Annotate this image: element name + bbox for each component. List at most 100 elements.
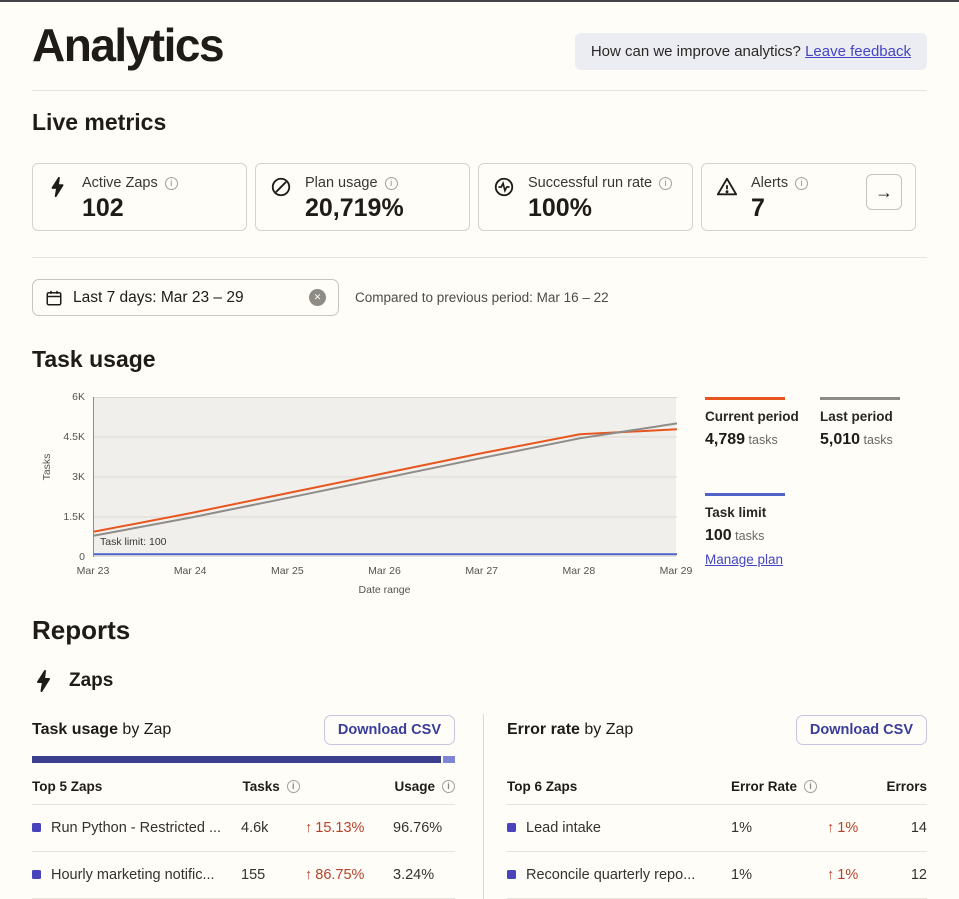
legend-current-period: Current period 4,789 tasks [705, 397, 817, 449]
change-cell: ↑86.75% [305, 867, 393, 883]
tasks-cell: 155 [241, 867, 305, 883]
y-tick-label: 3K [32, 471, 85, 483]
metric-value: 102 [82, 194, 178, 223]
change-cell: ↑1% [827, 867, 885, 883]
change-value: 86.75% [315, 867, 364, 883]
header-divider [32, 90, 927, 91]
column-header-usage: Usagei [394, 779, 455, 794]
legend-value: 4,789 [705, 431, 745, 448]
task-usage-heading: Task usage [32, 346, 927, 372]
x-tick-label: Mar 29 [660, 565, 693, 577]
table-header-row: Top 5 Zaps Tasksi Usagei [32, 775, 455, 805]
x-tick-label: Mar 26 [368, 565, 401, 577]
page-title: Analytics [32, 22, 223, 68]
info-icon[interactable]: i [165, 177, 178, 190]
legend-unit: tasks [745, 433, 778, 447]
table-row: Lead intake 1% ↑1% 14 [507, 805, 927, 852]
zap-bullet-icon [32, 870, 41, 879]
task-usage-table: Top 5 Zaps Tasksi Usagei Run Python - Re… [32, 775, 455, 899]
error-rate-by-zap-panel: Error rate by Zap Download CSV Top 6 Zap… [483, 714, 927, 899]
metric-card-active-zaps: Active Zapsi 102 [32, 163, 247, 231]
table-header-row: Top 6 Zaps Error Ratei Errors [507, 775, 927, 805]
column-header-errors: Errors [885, 779, 927, 794]
panel-title-rest: by Zap [580, 721, 633, 738]
date-range-value: Last 7 days: Mar 23 – 29 [73, 289, 299, 307]
download-csv-button[interactable]: Download CSV [796, 715, 927, 745]
usage-cell: 3.24% [393, 867, 455, 883]
x-tick-label: Mar 24 [174, 565, 207, 577]
usage-distribution-bar [32, 756, 455, 763]
feedback-banner: How can we improve analytics? Leave feed… [575, 33, 927, 70]
y-axis-title: Tasks [41, 437, 53, 497]
panel-title: Error rate by Zap [507, 721, 633, 739]
tasks-cell: 4.6k [241, 820, 305, 836]
zap-name-cell[interactable]: Run Python - Restricted ... [32, 820, 241, 836]
legend-task-limit: Task limit 100 tasks Manage plan [705, 493, 817, 569]
page-header: Analytics How can we improve analytics? … [32, 2, 927, 70]
task-limit-swatch [705, 493, 785, 496]
metric-value: 20,719% [305, 194, 404, 223]
last-period-swatch [820, 397, 900, 400]
panel-header: Error rate by Zap Download CSV [507, 714, 927, 746]
metric-card-alerts: Alertsi 7 → [701, 163, 916, 231]
clear-date-filter-icon[interactable]: ✕ [309, 289, 326, 306]
feedback-question: How can we improve analytics? [591, 43, 805, 60]
change-cell: ↑15.13% [305, 820, 393, 836]
legend-label: Last period [820, 409, 932, 424]
task-usage-chart: Tasks Task limit: 100 6K4.5K3K1.5K0 Mar … [32, 381, 927, 606]
usage-bar-segment-1 [32, 756, 441, 763]
panel-title: Task usage by Zap [32, 721, 171, 739]
table-row: Hourly marketing notific... 155 ↑86.75% … [32, 852, 455, 899]
zap-icon [47, 176, 69, 198]
column-header-label: Usage [394, 779, 435, 794]
panel-title-bold: Error rate [507, 721, 580, 738]
zap-name: Reconcile quarterly repo... [526, 867, 695, 883]
legend-unit: tasks [860, 433, 893, 447]
legend-unit: tasks [732, 529, 765, 543]
column-header-error-rate: Error Rate i [731, 779, 885, 794]
metric-label: Plan usage [305, 175, 378, 191]
increase-arrow-icon: ↑ [305, 820, 312, 836]
info-icon[interactable]: i [804, 780, 817, 793]
leave-feedback-link[interactable]: Leave feedback [805, 43, 911, 60]
zap-name: Lead intake [526, 820, 601, 836]
task-limit-annotation: Task limit: 100 [100, 536, 167, 548]
column-header-label: Error Rate [731, 779, 797, 794]
reports-grid: Task usage by Zap Download CSV Top 5 Zap… [32, 714, 927, 899]
legend-last-period: Last period 5,010 tasks [820, 397, 932, 449]
zap-name-cell[interactable]: Reconcile quarterly repo... [507, 867, 731, 883]
info-icon[interactable]: i [287, 780, 300, 793]
zaps-group-label: Zaps [69, 670, 113, 692]
zap-name-cell[interactable]: Hourly marketing notific... [32, 867, 241, 883]
info-icon[interactable]: i [795, 177, 808, 190]
column-header-tasks: Tasksi [242, 779, 394, 794]
usage-cell: 96.76% [393, 820, 455, 836]
date-range-picker[interactable]: Last 7 days: Mar 23 – 29 ✕ [32, 279, 339, 316]
x-axis-title: Date range [93, 584, 676, 596]
zap-name: Hourly marketing notific... [51, 867, 215, 883]
date-filter-row: Last 7 days: Mar 23 – 29 ✕ Compared to p… [32, 279, 927, 316]
warning-triangle-icon [716, 176, 738, 198]
table-row: Run Python - Restricted ... 4.6k ↑15.13%… [32, 805, 455, 852]
zaps-group-header: Zaps [32, 666, 927, 696]
zap-name-cell[interactable]: Lead intake [507, 820, 731, 836]
download-csv-button[interactable]: Download CSV [324, 715, 455, 745]
reports-heading: Reports [32, 616, 927, 646]
x-tick-label: Mar 27 [465, 565, 498, 577]
error-rate-cell: 1% [731, 867, 827, 883]
metric-label: Successful run rate [528, 175, 652, 191]
info-icon[interactable]: i [442, 780, 455, 793]
analytics-page: Analytics How can we improve analytics? … [0, 2, 959, 899]
manage-plan-link[interactable]: Manage plan [705, 552, 783, 567]
info-icon[interactable]: i [659, 177, 672, 190]
metric-card-plan-usage: Plan usage i 20,719% [255, 163, 470, 231]
change-value: 15.13% [315, 820, 364, 836]
change-cell: ↑1% [827, 820, 885, 836]
task-usage-by-zap-panel: Task usage by Zap Download CSV Top 5 Zap… [32, 714, 483, 899]
x-tick-label: Mar 28 [562, 565, 595, 577]
info-icon[interactable]: i [385, 177, 398, 190]
zap-bullet-icon [507, 823, 516, 832]
error-rate-table: Top 6 Zaps Error Ratei Errors Lead intak… [507, 775, 927, 899]
alerts-arrow-button[interactable]: → [866, 174, 902, 210]
comparison-period-text: Compared to previous period: Mar 16 – 22 [355, 290, 609, 305]
